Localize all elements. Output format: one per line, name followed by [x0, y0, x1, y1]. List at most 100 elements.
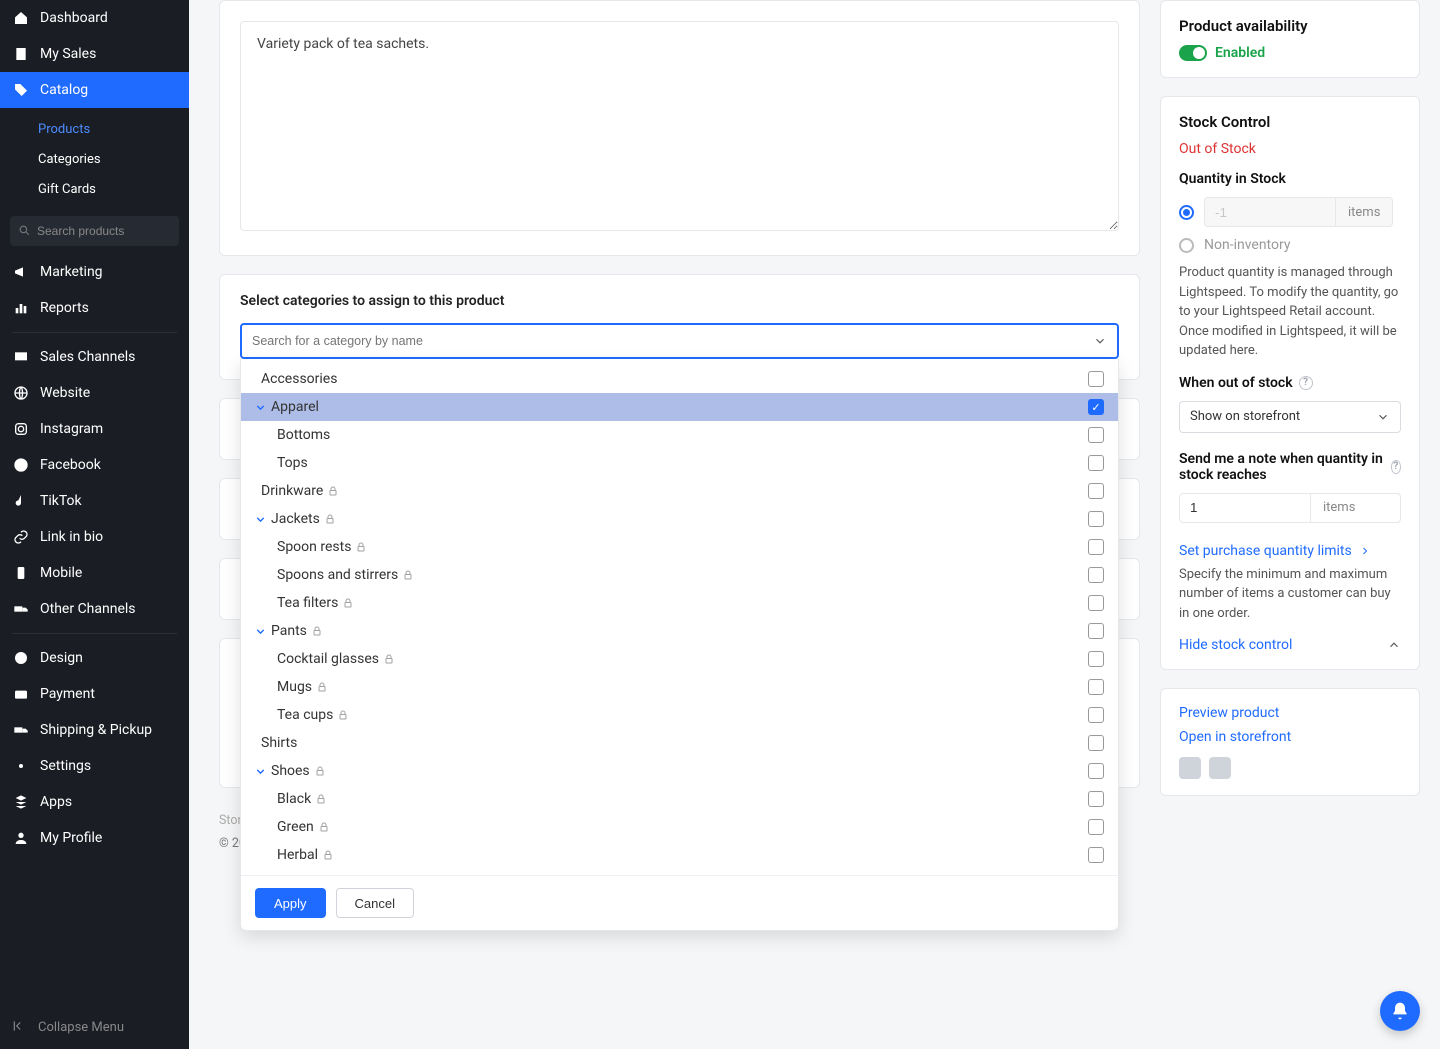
- stock-status: Out of Stock: [1179, 141, 1401, 157]
- notifications-fab[interactable]: [1380, 991, 1420, 1031]
- category-checkbox[interactable]: [1088, 791, 1104, 807]
- hide-stock-link[interactable]: Hide stock control: [1179, 637, 1292, 653]
- nav-marketing[interactable]: Marketing: [0, 254, 189, 290]
- note-input[interactable]: [1180, 494, 1310, 522]
- wallet-icon: [12, 685, 30, 703]
- subnav-categories[interactable]: Categories: [0, 144, 189, 174]
- subnav-giftcards[interactable]: Gift Cards: [0, 174, 189, 204]
- toggle-on-icon[interactable]: [1179, 45, 1207, 61]
- nav-reports[interactable]: Reports: [0, 290, 189, 326]
- expand-icon[interactable]: [251, 765, 269, 778]
- category-row[interactable]: Mugs: [241, 673, 1118, 701]
- category-row[interactable]: Spoon rests: [241, 533, 1118, 561]
- category-checkbox[interactable]: [1088, 763, 1104, 779]
- apply-button[interactable]: Apply: [255, 888, 326, 918]
- expand-icon[interactable]: [251, 625, 269, 638]
- nav-payment[interactable]: Payment: [0, 676, 189, 712]
- qty-input[interactable]: [1205, 198, 1335, 226]
- category-checkbox[interactable]: [1088, 651, 1104, 667]
- category-label: Drinkware: [261, 483, 1088, 499]
- nav-apps[interactable]: Apps: [0, 784, 189, 820]
- preview-product-link[interactable]: Preview product: [1179, 705, 1279, 721]
- category-row[interactable]: Herbal: [241, 841, 1118, 869]
- note-label: Send me a note when quantity in stock re…: [1179, 451, 1385, 483]
- nav-dashboard[interactable]: Dashboard: [0, 0, 189, 36]
- nav-facebook[interactable]: Facebook: [0, 447, 189, 483]
- category-search[interactable]: [240, 323, 1119, 359]
- category-list[interactable]: AccessoriesApparelBottomsTops Drinkware Ja…: [241, 359, 1118, 875]
- radio-on-icon[interactable]: [1179, 205, 1194, 220]
- nav-mysales[interactable]: My Sales: [0, 36, 189, 72]
- category-row[interactable]: Green: [241, 813, 1118, 841]
- nav-shipping[interactable]: Shipping & Pickup: [0, 712, 189, 748]
- description-textarea[interactable]: [240, 21, 1119, 231]
- category-checkbox[interactable]: [1088, 679, 1104, 695]
- category-label: Herbal: [277, 847, 1088, 863]
- category-row[interactable]: Pants: [241, 617, 1118, 645]
- when-out-select[interactable]: Show on storefront: [1179, 401, 1401, 433]
- nav-settings[interactable]: Settings: [0, 748, 189, 784]
- category-row[interactable]: Jackets: [241, 505, 1118, 533]
- help-icon[interactable]: ?: [1299, 376, 1313, 390]
- category-row[interactable]: Shirts: [241, 729, 1118, 757]
- gear-icon: [12, 757, 30, 775]
- open-storefront-link[interactable]: Open in storefront: [1179, 729, 1291, 745]
- category-row[interactable]: Tea cups: [241, 701, 1118, 729]
- purchase-limits-link[interactable]: Set purchase quantity limits: [1179, 543, 1371, 559]
- expand-icon[interactable]: [251, 401, 269, 414]
- nav-catalog[interactable]: Catalog: [0, 72, 189, 108]
- category-row[interactable]: Shoes: [241, 757, 1118, 785]
- expand-icon[interactable]: [251, 513, 269, 526]
- twitter-share-icon[interactable]: [1209, 757, 1231, 779]
- hide-stock-row[interactable]: Hide stock control: [1179, 637, 1401, 653]
- category-checkbox[interactable]: [1088, 427, 1104, 443]
- category-checkbox[interactable]: [1088, 847, 1104, 863]
- help-icon[interactable]: ?: [1391, 460, 1401, 474]
- category-row[interactable]: Black: [241, 785, 1118, 813]
- facebook-icon: [12, 456, 30, 474]
- qty-radio-row[interactable]: items: [1179, 197, 1401, 227]
- category-checkbox[interactable]: [1088, 707, 1104, 723]
- availability-toggle-row[interactable]: Enabled: [1179, 45, 1401, 61]
- category-checkbox[interactable]: [1088, 539, 1104, 555]
- nav-design[interactable]: Design: [0, 640, 189, 676]
- category-search-input[interactable]: [252, 334, 1093, 348]
- category-row[interactable]: Accessories: [241, 365, 1118, 393]
- category-checkbox[interactable]: [1088, 595, 1104, 611]
- nav-linkinbio[interactable]: Link in bio: [0, 519, 189, 555]
- cancel-button[interactable]: Cancel: [336, 888, 414, 918]
- category-row[interactable]: Tops: [241, 449, 1118, 477]
- category-footer: Apply Cancel: [241, 875, 1118, 930]
- radio-off-icon[interactable]: [1179, 238, 1194, 253]
- subnav-products[interactable]: Products: [0, 114, 189, 144]
- collapse-menu[interactable]: Collapse Menu: [0, 1007, 189, 1049]
- sidebar-search[interactable]: [10, 216, 179, 246]
- nav-website[interactable]: Website: [0, 375, 189, 411]
- category-checkbox[interactable]: [1088, 483, 1104, 499]
- category-row[interactable]: Bottoms: [241, 421, 1118, 449]
- nav-tiktok[interactable]: TikTok: [0, 483, 189, 519]
- category-checkbox[interactable]: [1088, 371, 1104, 387]
- sidebar-search-input[interactable]: [37, 224, 171, 238]
- category-checkbox[interactable]: [1088, 399, 1104, 415]
- truck-icon: [12, 600, 30, 618]
- category-row[interactable]: Spoons and stirrers: [241, 561, 1118, 589]
- category-checkbox[interactable]: [1088, 623, 1104, 639]
- nav-otherchannels[interactable]: Other Channels: [0, 591, 189, 627]
- category-checkbox[interactable]: [1088, 567, 1104, 583]
- category-row[interactable]: Apparel: [241, 393, 1118, 421]
- facebook-share-icon[interactable]: [1179, 757, 1201, 779]
- nav-mobile[interactable]: Mobile: [0, 555, 189, 591]
- noninventory-row[interactable]: Non-inventory: [1179, 237, 1401, 253]
- category-checkbox[interactable]: [1088, 455, 1104, 471]
- category-row[interactable]: Tea filters: [241, 589, 1118, 617]
- category-checkbox[interactable]: [1088, 819, 1104, 835]
- nav-label: Gift Cards: [38, 182, 96, 197]
- category-row[interactable]: Cocktail glasses: [241, 645, 1118, 673]
- nav-myprofile[interactable]: My Profile: [0, 820, 189, 856]
- category-checkbox[interactable]: [1088, 511, 1104, 527]
- category-row[interactable]: Drinkware: [241, 477, 1118, 505]
- nav-saleschannels[interactable]: Sales Channels: [0, 339, 189, 375]
- category-checkbox[interactable]: [1088, 735, 1104, 751]
- nav-instagram[interactable]: Instagram: [0, 411, 189, 447]
